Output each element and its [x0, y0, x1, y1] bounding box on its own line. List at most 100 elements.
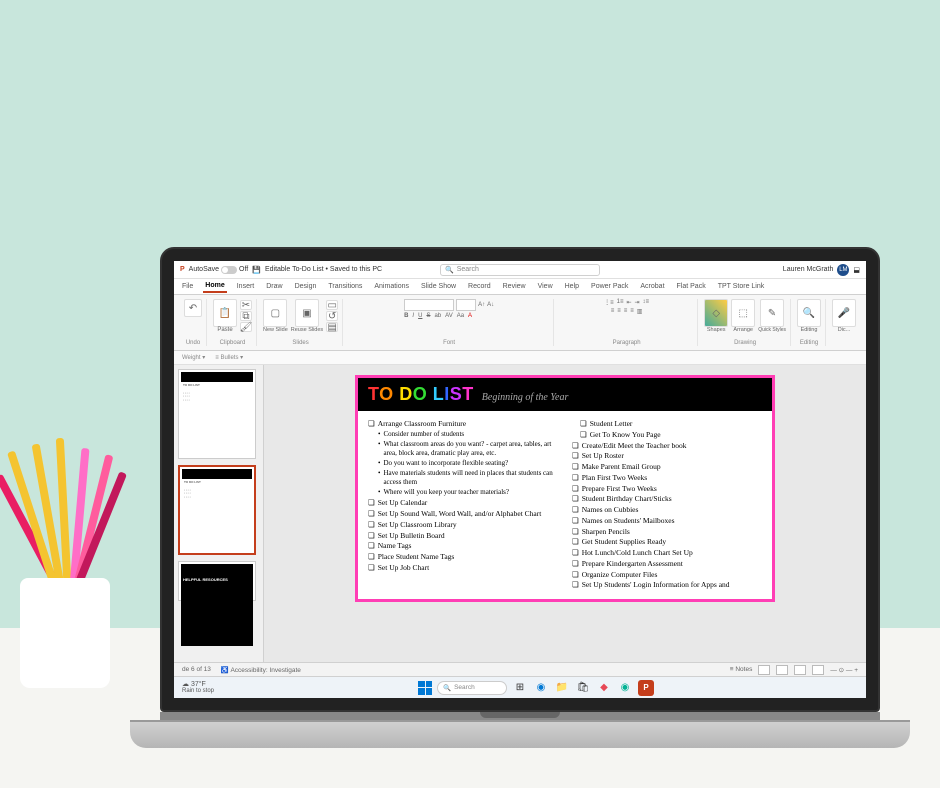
list-item[interactable]: ❏ Name Tags	[368, 541, 558, 551]
search-input[interactable]: 🔍 Search	[440, 264, 600, 276]
paste-button[interactable]: 📋	[213, 299, 237, 327]
list-item[interactable]: • Have materials students will need in p…	[368, 469, 558, 487]
align-right-button[interactable]: ≡	[624, 308, 628, 315]
undo-button[interactable]: ↶	[184, 299, 202, 317]
list-item[interactable]: ❏ Student Birthday Chart/Sticks	[572, 494, 762, 504]
list-item[interactable]: ❏ Organize Computer Files	[572, 570, 762, 580]
dictate-button[interactable]: 🎤	[832, 299, 856, 327]
font-family-select[interactable]	[404, 299, 454, 311]
slide-thumbnail[interactable]: TO DO LIST ▫ ▫ ▫ ▫▫ ▫ ▫ ▫▫ ▫ ▫ ▫	[178, 369, 256, 459]
underline-button[interactable]: U	[418, 313, 422, 319]
slide-subtitle[interactable]: Beginning of the Year	[482, 392, 569, 403]
list-item[interactable]: ❏ Set Up Roster	[572, 451, 762, 461]
cut-button[interactable]: ✂	[240, 300, 252, 310]
slide-title[interactable]: TO DO LIST	[368, 384, 474, 405]
align-center-button[interactable]: ≡	[617, 308, 621, 315]
slide[interactable]: TO DO LIST Beginning of the Year ❏ Arran…	[355, 375, 775, 602]
font-size-select[interactable]	[456, 299, 476, 311]
list-item[interactable]: ❏ Student Letter	[572, 419, 762, 429]
edge-icon[interactable]: ◉	[533, 680, 549, 696]
layout-button[interactable]: ▭	[326, 300, 338, 310]
align-left-button[interactable]: ≡	[611, 308, 615, 315]
list-item[interactable]: ❏ Plan First Two Weeks	[572, 473, 762, 483]
list-item[interactable]: ❏ Sharpen Pencils	[572, 527, 762, 537]
slide-canvas[interactable]: TO DO LIST Beginning of the Year ❏ Arran…	[264, 365, 866, 662]
reading-view-button[interactable]	[794, 665, 806, 675]
store-icon[interactable]: 🛍	[575, 680, 591, 696]
accessibility-checker[interactable]: ♿ Accessibility: Investigate	[221, 666, 301, 674]
list-item[interactable]: ❏ Set Up Job Chart	[368, 563, 558, 573]
list-item[interactable]: ❏ Set Up Students' Login Information for…	[572, 580, 762, 590]
task-view-icon[interactable]: ⊞	[512, 680, 528, 696]
bullets-button[interactable]: ⋮≡	[604, 299, 614, 306]
taskbar-search[interactable]: 🔍Search	[437, 681, 507, 695]
tab-design[interactable]: Design	[293, 281, 319, 292]
tab-draw[interactable]: Draw	[264, 281, 284, 292]
tab-power-pack[interactable]: Power Pack	[589, 281, 630, 292]
list-item[interactable]: ❏ Set Up Classroom Library	[368, 520, 558, 530]
numbering-button[interactable]: 1≡	[617, 299, 624, 306]
slide-thumbnail[interactable]: TO DO LIST ▫ ▫ ▫ ▫▫ ▫ ▫ ▫▫ ▫ ▫ ▫	[178, 465, 256, 555]
list-item[interactable]: ❏ Get To Know You Page	[572, 430, 762, 440]
new-slide-button[interactable]: ▢	[263, 299, 287, 327]
list-item[interactable]: ❏ Set Up Bulletin Board	[368, 531, 558, 541]
tab-home[interactable]: Home	[203, 280, 226, 293]
app-icon[interactable]: ◆	[596, 680, 612, 696]
tab-help[interactable]: Help	[563, 281, 581, 292]
list-item[interactable]: • What classroom areas do you want? - ca…	[368, 440, 558, 458]
user-name[interactable]: Lauren McGrath	[783, 266, 834, 273]
tab-animations[interactable]: Animations	[372, 281, 411, 292]
save-icon[interactable]: 💾	[252, 266, 261, 274]
format-painter-button[interactable]: 🖌	[240, 322, 252, 332]
shadow-button[interactable]: ab	[434, 313, 441, 319]
reuse-slides-button[interactable]: ▣	[295, 299, 319, 327]
ribbon-display-icon[interactable]: ⬓	[853, 266, 860, 274]
italic-button[interactable]: I	[412, 313, 414, 319]
zoom-slider[interactable]: — ⊙ — +	[830, 666, 858, 674]
tab-acrobat[interactable]: Acrobat	[638, 281, 666, 292]
autosave-toggle[interactable]: AutoSave Off	[189, 266, 249, 274]
list-item[interactable]: ❏ Make Parent Email Group	[572, 462, 762, 472]
start-button[interactable]	[418, 681, 432, 695]
tab-slide-show[interactable]: Slide Show	[419, 281, 458, 292]
slide-thumbnail[interactable]: HELPFUL RESOURCES	[178, 561, 256, 601]
quick-styles-button[interactable]: ✎	[760, 299, 784, 327]
weather-widget[interactable]: ☁ 37°F Rain to stop	[182, 681, 214, 694]
tab-view[interactable]: View	[536, 281, 555, 292]
bold-button[interactable]: B	[404, 313, 408, 319]
indent-inc-button[interactable]: ⇥	[635, 299, 640, 306]
section-button[interactable]: ▤	[326, 322, 338, 332]
checklist-column-2[interactable]: ❏ Student Letter❏ Get To Know You Page❏ …	[572, 419, 762, 591]
tab-record[interactable]: Record	[466, 281, 493, 292]
app-icon[interactable]: ◉	[617, 680, 633, 696]
list-item[interactable]: • Do you want to incorporate flexible se…	[368, 459, 558, 468]
checklist-column-1[interactable]: ❏ Arrange Classroom Furniture• Consider …	[368, 419, 558, 591]
powerpoint-taskbar-icon[interactable]: P	[638, 680, 654, 696]
font-color-button[interactable]: A	[468, 313, 472, 319]
notes-button[interactable]: ≡ Notes	[730, 666, 753, 673]
editing-button[interactable]: 🔍	[797, 299, 821, 327]
line-spacing-button[interactable]: ↕≡	[643, 299, 650, 306]
char-spacing-button[interactable]: AV	[445, 313, 453, 319]
tab-file[interactable]: File	[180, 281, 195, 292]
list-item[interactable]: ❏ Create/Edit Meet the Teacher book	[572, 441, 762, 451]
columns-button[interactable]: ▥	[637, 308, 643, 315]
reset-button[interactable]: ↺	[326, 311, 338, 321]
list-item[interactable]: ❏ Get Student Supplies Ready	[572, 537, 762, 547]
justify-button[interactable]: ≡	[630, 308, 634, 315]
tab-flat-pack[interactable]: Flat Pack	[675, 281, 708, 292]
list-item[interactable]: • Where will you keep your teacher mater…	[368, 488, 558, 497]
list-item[interactable]: ❏ Set Up Calendar	[368, 498, 558, 508]
indent-dec-button[interactable]: ⇤	[626, 299, 631, 306]
copy-button[interactable]: ⧉	[240, 311, 252, 321]
list-item[interactable]: ❏ Prepare First Two Weeks	[572, 484, 762, 494]
list-item[interactable]: ❏ Set Up Sound Wall, Word Wall, and/or A…	[368, 509, 558, 519]
list-item[interactable]: ❏ Names on Cubbies	[572, 505, 762, 515]
list-item[interactable]: • Consider number of students	[368, 430, 558, 439]
arrange-button[interactable]: ⬚	[731, 299, 755, 327]
normal-view-button[interactable]	[758, 665, 770, 675]
tab-tpt-store-link[interactable]: TPT Store Link	[716, 281, 767, 292]
tab-review[interactable]: Review	[501, 281, 528, 292]
explorer-icon[interactable]: 📁	[554, 680, 570, 696]
decrease-font-button[interactable]: A↓	[487, 302, 494, 308]
